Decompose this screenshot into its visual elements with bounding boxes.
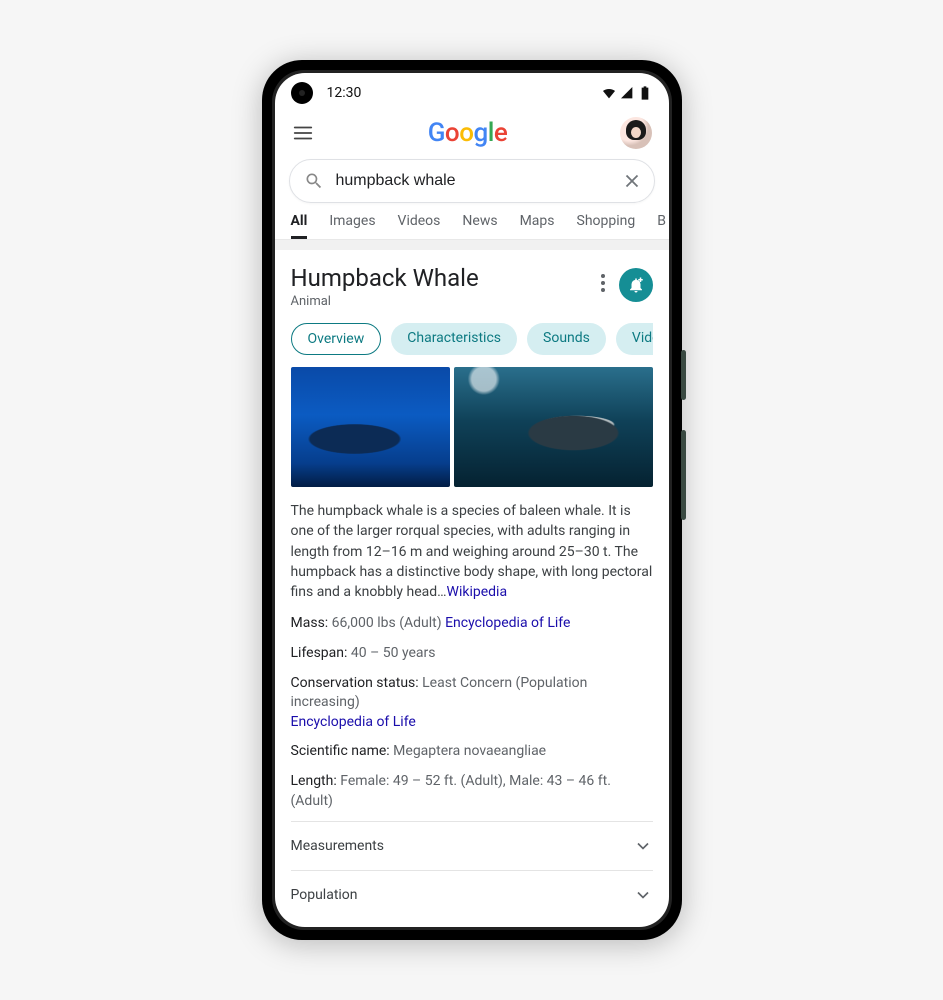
fact-value: Megaptera novaeangliae (393, 743, 546, 759)
chip-videos[interactable]: Videos (616, 323, 653, 355)
fact-label: Scientific name: (291, 743, 390, 759)
more-options-button[interactable] (597, 274, 609, 296)
fact-lifespan: Lifespan: 40 – 50 years (291, 644, 653, 664)
result-image-1[interactable] (291, 367, 450, 487)
tab-videos[interactable]: Videos (398, 213, 441, 239)
section-divider (275, 240, 669, 250)
fact-length: Length: Female: 49 – 52 ft. (Adult), Mal… (291, 772, 653, 811)
facts-list: Mass: 66,000 lbs (Adult) Encyclopedia of… (291, 614, 653, 811)
chip-characteristics[interactable]: Characteristics (391, 323, 517, 355)
tab-news[interactable]: News (462, 213, 497, 239)
account-avatar[interactable] (620, 117, 652, 149)
phone-frame: 12:30 Google (262, 60, 682, 940)
bell-plus-icon (627, 276, 645, 294)
accordion-population[interactable]: Population (291, 871, 653, 909)
chip-sounds[interactable]: Sounds (527, 323, 606, 355)
tab-shopping[interactable]: Shopping (577, 213, 636, 239)
result-image-2[interactable] (454, 367, 653, 487)
fact-label: Length: (291, 773, 337, 789)
accordion-measurements[interactable]: Measurements (291, 822, 653, 871)
phone-power-button (681, 350, 686, 400)
knowledge-card: Humpback Whale Animal Overview Cha (275, 250, 669, 927)
tab-all[interactable]: All (291, 213, 308, 239)
close-icon (621, 170, 643, 192)
fact-conservation: Conservation status: Least Concern (Popu… (291, 674, 653, 733)
accordion-label: Population (291, 887, 358, 903)
signal-icon (619, 85, 635, 101)
clear-search-button[interactable] (618, 167, 646, 195)
topic-chips: Overview Characteristics Sounds Videos (291, 323, 653, 355)
chevron-down-icon (633, 836, 653, 856)
fact-value: 40 – 50 years (351, 645, 436, 661)
follow-button[interactable] (619, 268, 653, 302)
status-time: 12:30 (327, 85, 362, 101)
fact-value: Female: 49 – 52 ft. (Adult), Male: 43 – … (291, 773, 611, 809)
status-bar: 12:30 (275, 73, 669, 113)
more-vert-icon (601, 274, 605, 292)
search-input[interactable] (336, 172, 606, 190)
tab-images[interactable]: Images (329, 213, 375, 239)
camera-hole (291, 82, 313, 104)
fact-label: Lifespan: (291, 645, 348, 661)
card-description: The humpback whale is a species of balee… (291, 501, 653, 602)
fact-mass: Mass: 66,000 lbs (Adult) Encyclopedia of… (291, 614, 653, 634)
fact-scientific-name: Scientific name: Megaptera novaeangliae (291, 742, 653, 762)
hamburger-icon (292, 122, 314, 144)
menu-button[interactable] (291, 121, 315, 145)
search-tabs: All Images Videos News Maps Shopping B (275, 213, 669, 240)
tab-more[interactable]: B (657, 213, 666, 239)
card-title: Humpback Whale (291, 264, 479, 292)
fact-source-link[interactable]: Encyclopedia of Life (291, 714, 416, 730)
search-bar[interactable] (289, 159, 655, 203)
battery-icon (637, 85, 653, 101)
search-icon (304, 171, 324, 191)
card-subtitle: Animal (291, 294, 479, 309)
image-row (291, 367, 653, 487)
description-source-link[interactable]: Wikipedia (447, 584, 508, 600)
screen: 12:30 Google (275, 73, 669, 927)
chip-overview[interactable]: Overview (291, 323, 382, 355)
tab-maps[interactable]: Maps (520, 213, 555, 239)
fact-value: 66,000 lbs (Adult) (332, 615, 442, 631)
wifi-icon (601, 85, 617, 101)
fact-label: Mass: (291, 615, 329, 631)
google-logo[interactable]: Google (428, 118, 508, 148)
app-header: Google (275, 113, 669, 155)
chevron-down-icon (633, 885, 653, 905)
phone-volume-button (681, 430, 686, 520)
status-icons (601, 85, 653, 101)
fact-label: Conservation status: (291, 675, 419, 691)
accordion-label: Measurements (291, 838, 384, 854)
fact-source-link[interactable]: Encyclopedia of Life (445, 615, 570, 631)
